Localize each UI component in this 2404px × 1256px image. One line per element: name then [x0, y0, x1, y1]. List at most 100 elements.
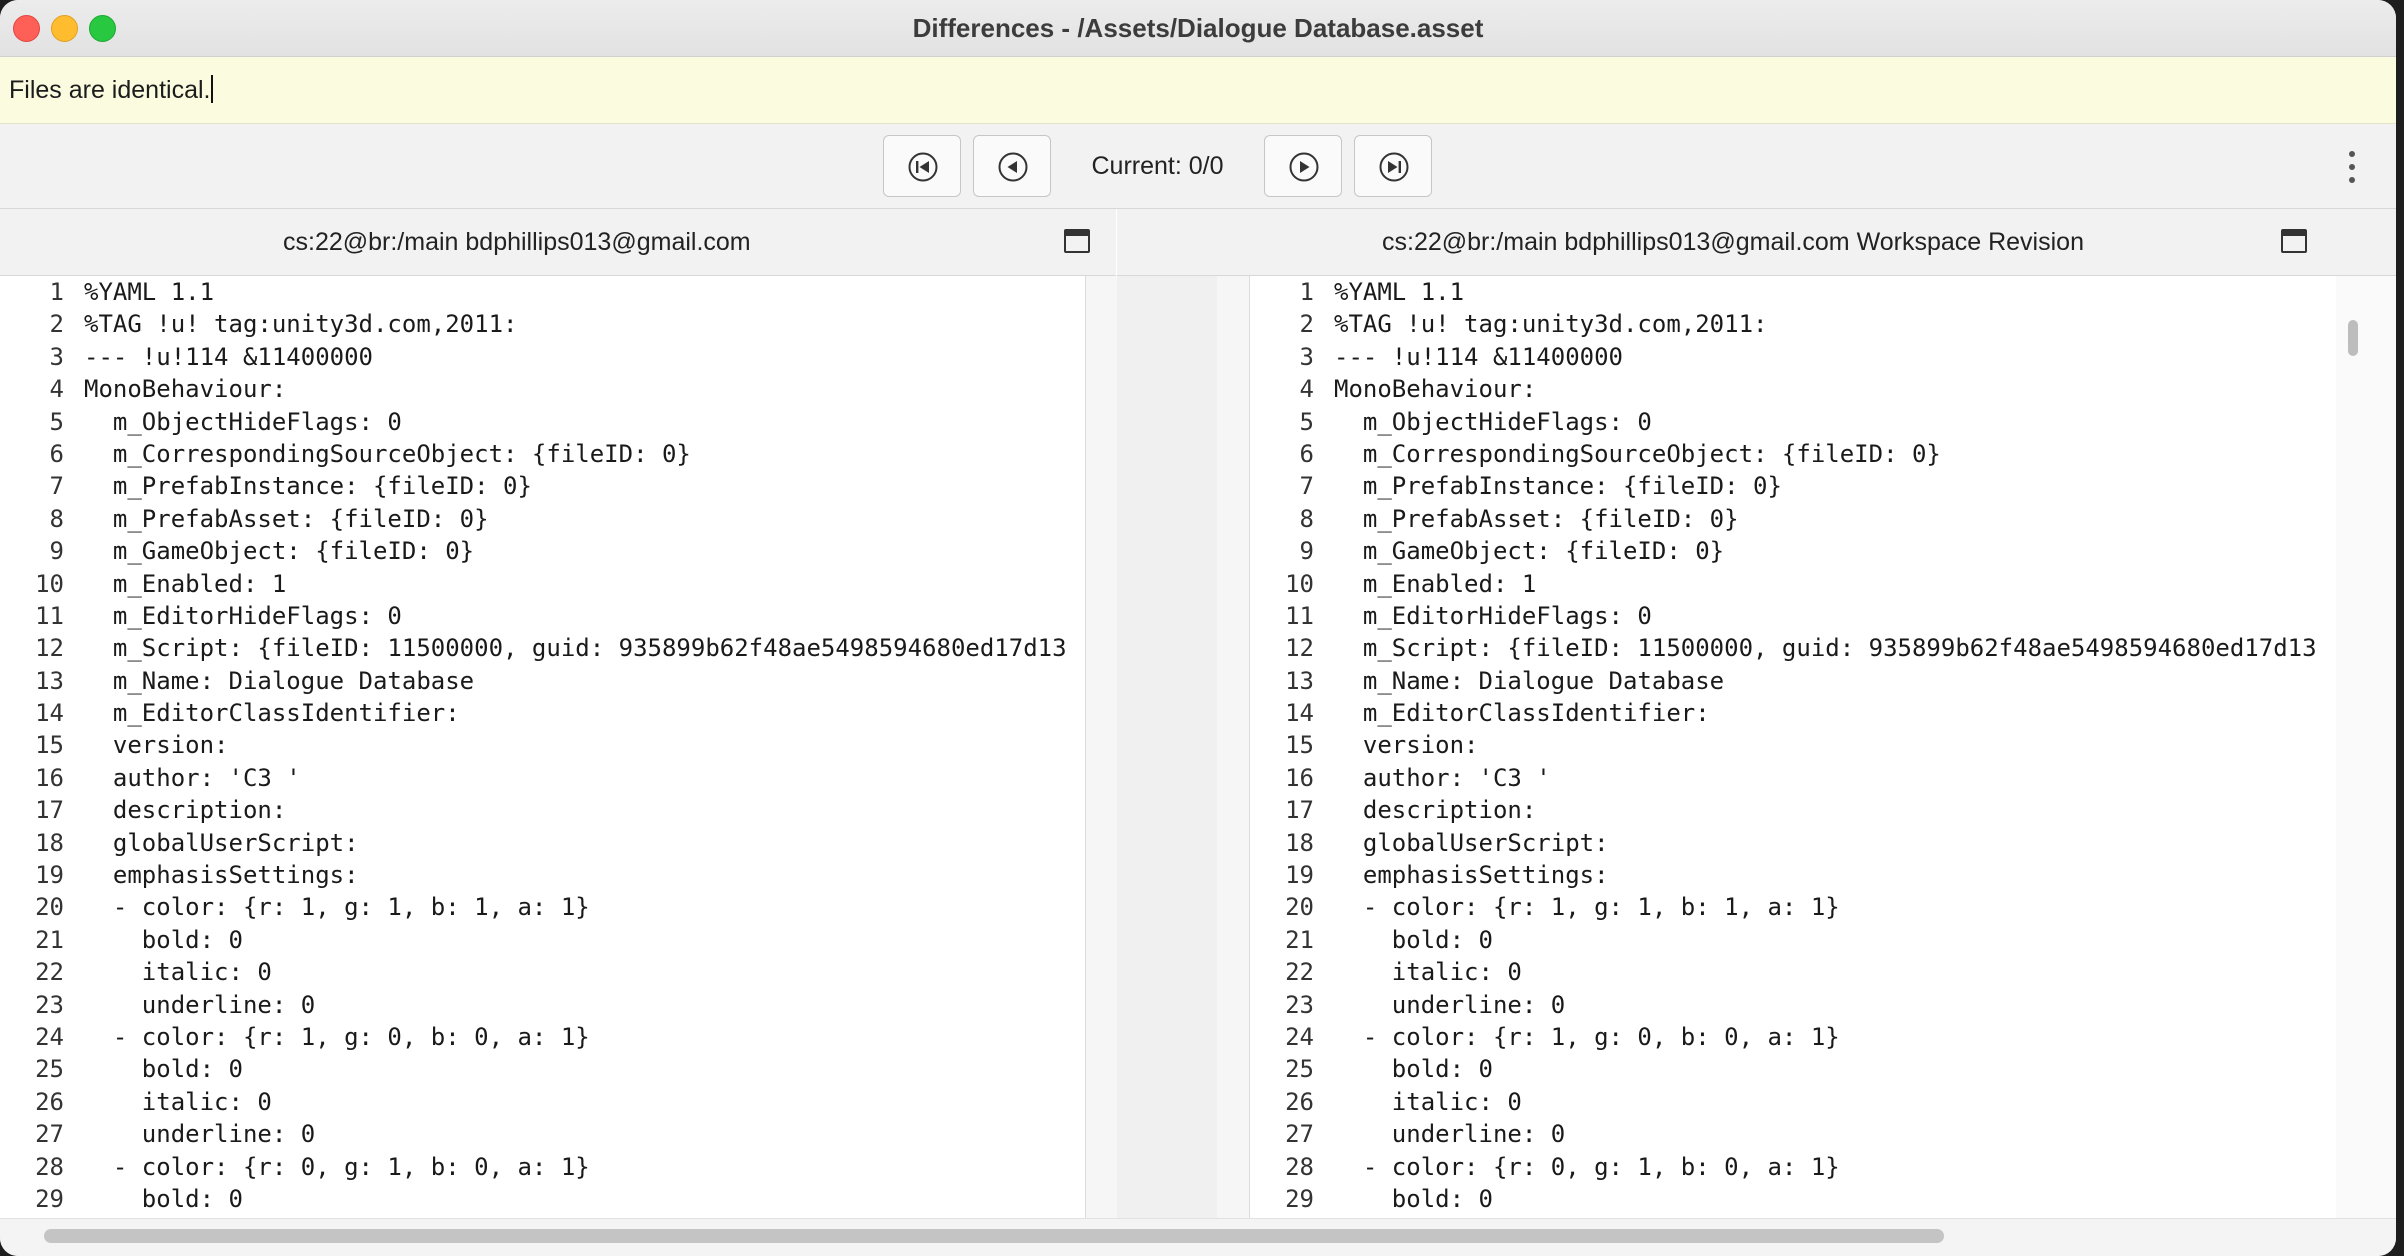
code-line: 9 m_GameObject: {fileID: 0} [1250, 535, 2336, 567]
horizontal-scrollbar[interactable] [0, 1218, 2396, 1256]
code-line: 11 m_EditorHideFlags: 0 [1250, 600, 2336, 632]
code-line: 20 - color: {r: 1, g: 1, b: 1, a: 1} [1250, 891, 2336, 923]
line-number: 3 [1299, 342, 1314, 371]
line-text: emphasisSettings: [84, 861, 359, 890]
code-line: 9 m_GameObject: {fileID: 0} [0, 535, 1085, 567]
more-options-icon [2349, 151, 2355, 157]
line-text: m_PrefabInstance: {fileID: 0} [1334, 472, 1782, 501]
status-bar: Files are identical. [0, 57, 2396, 124]
code-line: 24 - color: {r: 1, g: 0, b: 0, a: 1} [0, 1021, 1085, 1053]
code-line: 20 - color: {r: 1, g: 1, b: 1, a: 1} [0, 891, 1085, 923]
status-message-field[interactable]: Files are identical. [9, 75, 214, 105]
line-number: 26 [35, 1087, 64, 1116]
line-number: 5 [49, 407, 64, 436]
line-text: bold: 0 [1334, 925, 1493, 954]
line-text: m_ObjectHideFlags: 0 [84, 407, 402, 436]
code-line: 7 m_PrefabInstance: {fileID: 0} [0, 470, 1085, 502]
code-line: 22 italic: 0 [0, 956, 1085, 988]
line-text: m_Script: {fileID: 11500000, guid: 93589… [84, 634, 1067, 663]
line-text: italic: 0 [1334, 958, 1522, 987]
vertical-scrollbar[interactable] [2336, 276, 2396, 1218]
line-number: 23 [35, 990, 64, 1019]
line-text: author: 'C3 ' [84, 763, 301, 792]
window-title: Differences - /Assets/Dialogue Database.… [912, 13, 1484, 43]
line-text: bold: 0 [1334, 1055, 1493, 1084]
line-number: 24 [35, 1022, 64, 1051]
code-line: 22 italic: 0 [1250, 956, 2336, 988]
line-text: italic: 0 [84, 958, 272, 987]
code-line: 12 m_Script: {fileID: 11500000, guid: 93… [0, 632, 1085, 664]
code-line: 1 %YAML 1.1 [0, 276, 1085, 308]
code-line: 4 MonoBehaviour: [0, 373, 1085, 405]
line-number: 10 [1285, 569, 1314, 598]
line-number: 26 [1285, 1087, 1314, 1116]
line-text: - color: {r: 1, g: 1, b: 1, a: 1} [84, 893, 590, 922]
code-line: 14 m_EditorClassIdentifier: [0, 697, 1085, 729]
line-number: 27 [1285, 1120, 1314, 1149]
code-line: 14 m_EditorClassIdentifier: [1250, 697, 2336, 729]
line-number: 3 [49, 342, 64, 371]
code-line: 4 MonoBehaviour: [1250, 373, 2336, 405]
last-diff-button[interactable] [1354, 135, 1432, 197]
line-text: m_PrefabAsset: {fileID: 0} [84, 504, 489, 533]
line-text: m_PrefabAsset: {fileID: 0} [1334, 504, 1739, 533]
line-text: --- !u!114 &11400000 [84, 342, 373, 371]
line-text: bold: 0 [84, 1055, 243, 1084]
first-diff-button[interactable] [883, 135, 961, 197]
line-text: m_Name: Dialogue Database [1334, 666, 1725, 695]
line-text: m_EditorHideFlags: 0 [1334, 601, 1652, 630]
line-text: description: [84, 796, 287, 825]
line-number: 8 [49, 504, 64, 533]
code-line: 3 --- !u!114 &11400000 [1250, 341, 2336, 373]
line-text: underline: 0 [1334, 990, 1566, 1019]
maximize-pane-icon[interactable] [1064, 229, 1090, 253]
code-line: 6 m_CorrespondingSourceObject: {fileID: … [1250, 438, 2336, 470]
code-line: 25 bold: 0 [0, 1053, 1085, 1085]
line-number: 17 [35, 796, 64, 825]
line-text: author: 'C3 ' [1334, 763, 1551, 792]
line-number: 12 [35, 634, 64, 663]
line-number: 6 [49, 439, 64, 468]
next-diff-button[interactable] [1264, 135, 1342, 197]
line-text: italic: 0 [1334, 1087, 1522, 1116]
line-number: 19 [35, 861, 64, 890]
vertical-scroll-thumb[interactable] [2348, 320, 2358, 356]
code-line: 13 m_Name: Dialogue Database [0, 665, 1085, 697]
code-line: 12 m_Script: {fileID: 11500000, guid: 93… [1250, 632, 2336, 664]
code-line: 11 m_EditorHideFlags: 0 [0, 600, 1085, 632]
code-line: 19 emphasisSettings: [1250, 859, 2336, 891]
code-line: 5 m_ObjectHideFlags: 0 [0, 406, 1085, 438]
line-text: - color: {r: 1, g: 0, b: 0, a: 1} [1334, 1022, 1840, 1051]
line-number: 4 [1299, 375, 1314, 404]
line-number: 22 [1285, 958, 1314, 987]
code-line: 2 %TAG !u! tag:unity3d.com,2011: [0, 308, 1085, 340]
code-line: 17 description: [1250, 794, 2336, 826]
line-number: 29 [35, 1184, 64, 1213]
line-text: m_EditorHideFlags: 0 [84, 601, 402, 630]
line-number: 1 [49, 278, 64, 306]
line-text: m_Name: Dialogue Database [84, 666, 475, 695]
more-options-button[interactable] [2337, 148, 2367, 188]
diff-gutter [1085, 276, 1250, 1218]
line-text: m_Script: {fileID: 11500000, guid: 93589… [1334, 634, 2317, 663]
previous-diff-button[interactable] [973, 135, 1051, 197]
right-code-pane[interactable]: 1 %YAML 1.1 2 %TAG !u! tag:unity3d.com,2011… [1250, 276, 2336, 1218]
line-number: 22 [35, 958, 64, 987]
horizontal-scroll-thumb[interactable] [44, 1229, 1944, 1243]
line-text: m_CorrespondingSourceObject: {fileID: 0} [1334, 439, 1941, 468]
line-text: version: [1334, 731, 1479, 760]
diff-navigation-toolbar: Current: 0/0 [0, 124, 2396, 209]
maximize-pane-icon[interactable] [2281, 229, 2307, 253]
code-line: 7 m_PrefabInstance: {fileID: 0} [1250, 470, 2336, 502]
line-text: m_EditorClassIdentifier: [84, 699, 460, 728]
previous-diff-icon [998, 152, 1028, 182]
more-options-icon [2349, 164, 2355, 170]
code-line: 13 m_Name: Dialogue Database [1250, 665, 2336, 697]
line-number: 15 [1285, 731, 1314, 760]
line-text: bold: 0 [84, 1184, 243, 1213]
left-code-pane[interactable]: 1 %YAML 1.1 2 %TAG !u! tag:unity3d.com,2011… [0, 276, 1085, 1218]
line-number: 29 [1285, 1184, 1314, 1213]
title-bar: Differences - /Assets/Dialogue Database.… [0, 0, 2396, 57]
line-text: MonoBehaviour: [84, 375, 287, 404]
line-number: 21 [1285, 925, 1314, 954]
